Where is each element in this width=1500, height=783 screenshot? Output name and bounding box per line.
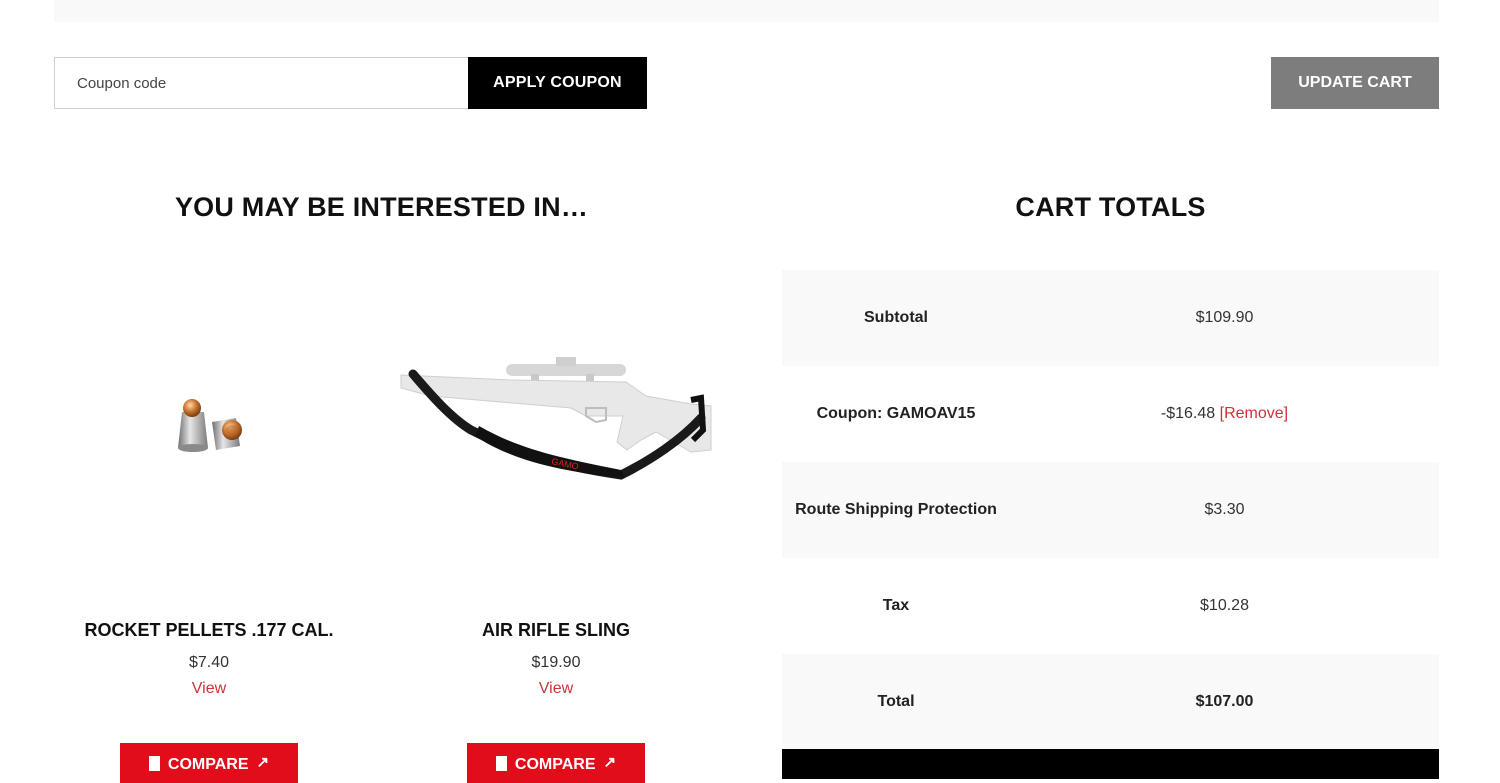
- total-value: $107.00: [1195, 693, 1254, 710]
- product-price: $19.90: [531, 654, 581, 671]
- cart-totals-table: Subtotal $109.90 Coupon: GAMOAV15 -$16.4…: [782, 270, 1439, 750]
- top-strip: [54, 0, 1439, 22]
- compare-button[interactable]: COMPARE ↗: [467, 743, 645, 783]
- tax-value: $10.28: [1200, 597, 1249, 614]
- shipping-protection-row: Route Shipping Protection $3.30: [782, 462, 1439, 558]
- compare-label: COMPARE: [514, 756, 596, 773]
- product-name[interactable]: AIR RIFLE SLING: [391, 620, 721, 644]
- compare-button[interactable]: COMPARE ↗: [120, 743, 298, 783]
- subtotal-row: Subtotal $109.90: [782, 270, 1439, 366]
- shipping-protection-label: Route Shipping Protection: [795, 501, 997, 518]
- subtotal-label: Subtotal: [864, 309, 928, 326]
- product-card: GAMO AIR RIFLE SLING $19.90 View COMPARE…: [391, 300, 721, 783]
- coupon-value-cell: -$16.48 [Remove]: [1010, 405, 1439, 423]
- cart-totals-heading: CART TOTALS: [1015, 192, 1206, 222]
- compare-label: COMPARE: [167, 756, 249, 773]
- subtotal-value: $109.90: [1195, 309, 1254, 326]
- coupon-code-input[interactable]: [54, 57, 468, 109]
- coupon-label: Coupon: GAMOAV15: [816, 405, 976, 422]
- apply-coupon-button[interactable]: APPLY COUPON: [468, 57, 647, 109]
- product-image-rifle-sling[interactable]: GAMO: [391, 300, 721, 555]
- product-name[interactable]: ROCKET PELLETS .177 CAL.: [44, 620, 374, 644]
- product-view-link[interactable]: View: [192, 680, 226, 698]
- product-card: ROCKET PELLETS .177 CAL. $7.40 View COMP…: [44, 300, 374, 783]
- coupon-row: Coupon: GAMOAV15 -$16.48 [Remove]: [782, 366, 1439, 462]
- total-row: Total $107.00: [782, 654, 1439, 750]
- coupon-discount: -$16.48: [1160, 405, 1216, 422]
- total-label: Total: [877, 693, 915, 710]
- update-cart-button[interactable]: UPDATE CART: [1271, 57, 1439, 109]
- external-link-icon: ↗: [603, 754, 617, 771]
- coupon-form: APPLY COUPON: [54, 57, 647, 109]
- product-image-pellets[interactable]: [44, 300, 374, 555]
- bookmark-icon: [148, 756, 160, 771]
- product-view-link[interactable]: View: [539, 680, 573, 698]
- product-price: $7.40: [188, 654, 230, 671]
- tax-label: Tax: [882, 597, 910, 614]
- bookmark-icon: [495, 756, 507, 771]
- proceed-to-checkout-button[interactable]: [782, 749, 1439, 779]
- tax-row: Tax $10.28: [782, 558, 1439, 654]
- remove-coupon-link[interactable]: [Remove]: [1220, 405, 1288, 422]
- shipping-protection-value: $3.30: [1204, 501, 1245, 518]
- interested-heading: YOU MAY BE INTERESTED IN…: [174, 192, 589, 222]
- external-link-icon: ↗: [256, 754, 270, 771]
